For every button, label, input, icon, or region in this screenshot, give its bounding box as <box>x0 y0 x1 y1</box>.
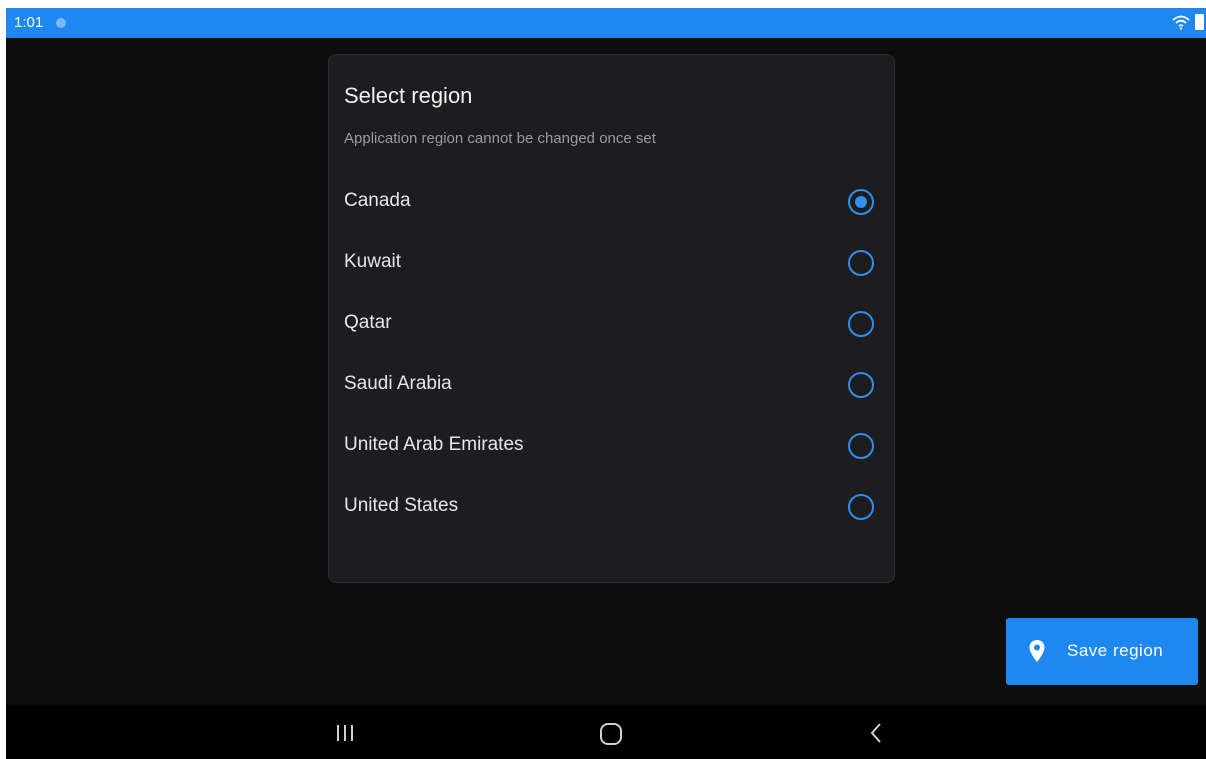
region-label: Qatar <box>344 312 392 333</box>
app-screen: 1:01 Select region Application region ca… <box>6 8 1206 759</box>
radio-button[interactable] <box>848 372 874 398</box>
region-option-kuwait[interactable]: Kuwait <box>329 234 894 295</box>
location-pin-icon <box>1029 640 1045 662</box>
back-icon[interactable] <box>868 721 884 745</box>
select-region-dialog: Select region Application region cannot … <box>328 54 895 583</box>
home-icon[interactable] <box>600 723 622 745</box>
region-label: Kuwait <box>344 251 402 272</box>
battery-icon <box>1195 14 1204 30</box>
notification-dot-icon <box>56 18 66 28</box>
dialog-title: Select region <box>344 83 473 108</box>
radio-button[interactable] <box>848 433 874 459</box>
dialog-subtitle: Application region cannot be changed onc… <box>344 130 656 147</box>
region-option-saudi-arabia[interactable]: Saudi Arabia <box>329 356 894 417</box>
region-option-united-states[interactable]: United States <box>329 478 894 539</box>
status-time: 1:01 <box>14 14 44 31</box>
region-label: United Arab Emirates <box>344 434 524 455</box>
status-bar: 1:01 <box>6 8 1206 38</box>
radio-button[interactable] <box>848 311 874 337</box>
save-region-label: Save region <box>1067 641 1164 660</box>
region-option-canada[interactable]: Canada <box>329 173 894 234</box>
region-option-united-arab-emirates[interactable]: United Arab Emirates <box>329 417 894 478</box>
navigation-bar <box>6 705 1206 759</box>
region-label: United States <box>344 495 459 516</box>
recent-apps-icon[interactable] <box>334 723 356 743</box>
region-option-qatar[interactable]: Qatar <box>329 295 894 356</box>
region-list: Canada Kuwait Qatar Saudi Arabia United … <box>329 173 894 539</box>
radio-button-selected[interactable] <box>848 189 874 215</box>
radio-button[interactable] <box>848 494 874 520</box>
save-region-button[interactable]: Save region <box>1006 618 1198 685</box>
region-label: Canada <box>344 190 411 211</box>
wifi-icon <box>1172 15 1190 30</box>
radio-button[interactable] <box>848 250 874 276</box>
region-label: Saudi Arabia <box>344 373 452 394</box>
